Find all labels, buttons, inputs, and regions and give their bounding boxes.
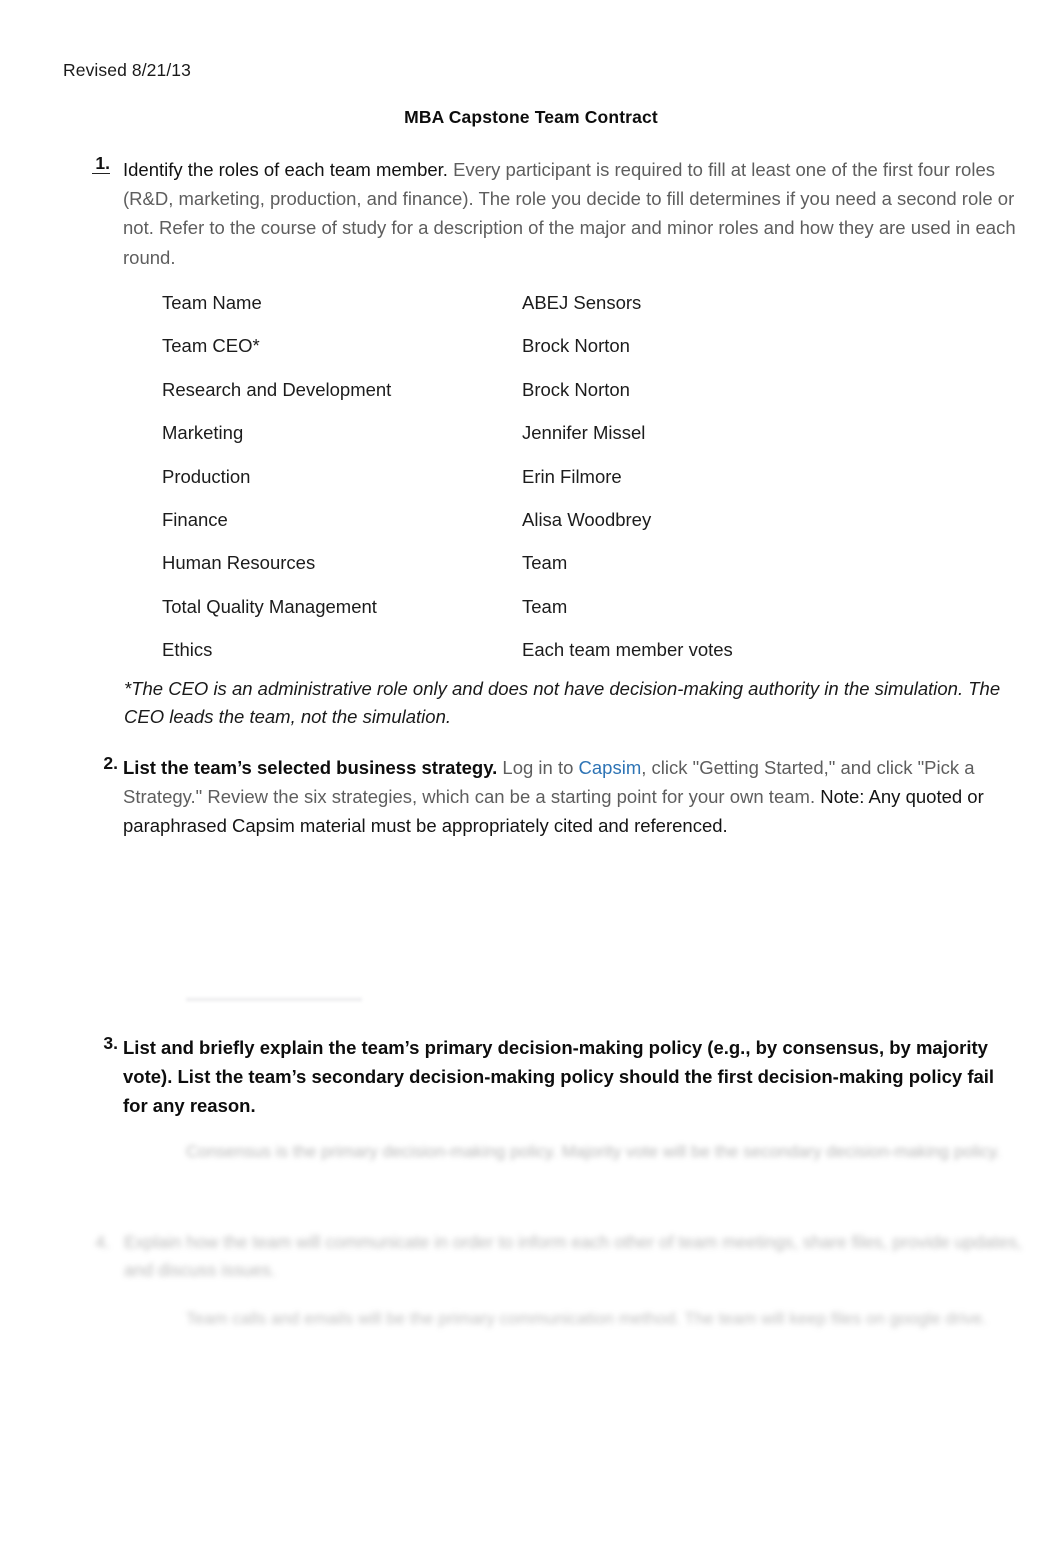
revised-date: Revised 8/21/13 — [63, 60, 191, 80]
role-person: Alisa Woodbrey — [522, 508, 652, 530]
role-person: Jennifer Missel — [522, 422, 646, 444]
redacted-list-item-4-text: Explain how the team will communicate in… — [124, 1232, 1022, 1281]
role-person: Each team member votes — [522, 639, 733, 661]
list-item-1-number: 1. — [92, 154, 110, 174]
page-title: MBA Capstone Team Contract — [404, 107, 658, 127]
role-label: Team Name — [162, 292, 262, 313]
table-row: Total Quality Management Team — [162, 596, 862, 639]
table-row: Team CEO* Brock Norton — [162, 335, 862, 378]
redacted-answer-3: Consensus is the primary decision-making… — [186, 1142, 1001, 1161]
role-label: Production — [162, 465, 251, 487]
list-item-2: 2. List the team’s selected business str… — [88, 753, 1018, 841]
role-label: Ethics — [162, 639, 213, 661]
role-label: Marketing — [162, 422, 244, 444]
roles-table: Team Name ABEJ Sensors Team CEO* Brock N… — [162, 292, 862, 683]
list-item-1: 1. Identify the roles of each team membe… — [88, 154, 1018, 272]
table-row: Human Resources Team — [162, 552, 862, 595]
role-label: Team CEO* — [162, 335, 260, 357]
list-item-2-rest-a: Log in to — [497, 757, 579, 778]
redacted-list-item-4: 4. Explain how the team will communicate… — [88, 1228, 1023, 1285]
list-item-2-text: List the team’s selected business strate… — [123, 753, 1018, 841]
role-person: Erin Filmore — [522, 465, 622, 487]
table-row: Team Name ABEJ Sensors — [162, 292, 862, 335]
table-row: Marketing Jennifer Missel — [162, 422, 862, 465]
list-item-3: 3. List and briefly explain the team’s p… — [88, 1033, 1018, 1121]
role-person: Team — [522, 595, 568, 617]
list-item-3-number: 3. — [103, 1033, 118, 1053]
role-person: Team — [522, 552, 568, 574]
capsim-link[interactable]: Capsim — [579, 757, 642, 778]
table-row: Production Erin Filmore — [162, 466, 862, 509]
role-person: Brock Norton — [522, 335, 630, 357]
role-label: Total Quality Management — [162, 595, 377, 617]
list-item-2-lead: List the team’s selected business strate… — [123, 757, 498, 778]
role-person: ABEJ Sensors — [522, 292, 642, 313]
redacted-list-item-4-number: 4. — [95, 1232, 110, 1252]
role-label: Finance — [162, 508, 228, 530]
table-row: Finance Alisa Woodbrey — [162, 509, 862, 552]
ceo-footnote: *The CEO is an administrative role only … — [124, 678, 1001, 728]
faint-rule-artifact — [186, 998, 362, 1001]
role-person: Brock Norton — [522, 378, 630, 400]
role-label: Research and Development — [162, 378, 392, 400]
list-item-3-lead: List and briefly explain the team’s prim… — [123, 1037, 995, 1117]
role-label: Human Resources — [162, 552, 316, 574]
redacted-answer-4: Team calls and emails will be the primar… — [186, 1309, 987, 1328]
list-item-1-text: Identify the roles of each team member. … — [123, 155, 1018, 272]
document-page: Revised 8/21/13 MBA Capstone Team Contra… — [0, 0, 1062, 1556]
table-row: Research and Development Brock Norton — [162, 379, 862, 422]
list-item-3-text: List and briefly explain the team’s prim… — [123, 1033, 1018, 1121]
list-item-1-lead: Identify the roles of each team member. — [123, 159, 448, 180]
list-item-2-number: 2. — [103, 753, 118, 773]
